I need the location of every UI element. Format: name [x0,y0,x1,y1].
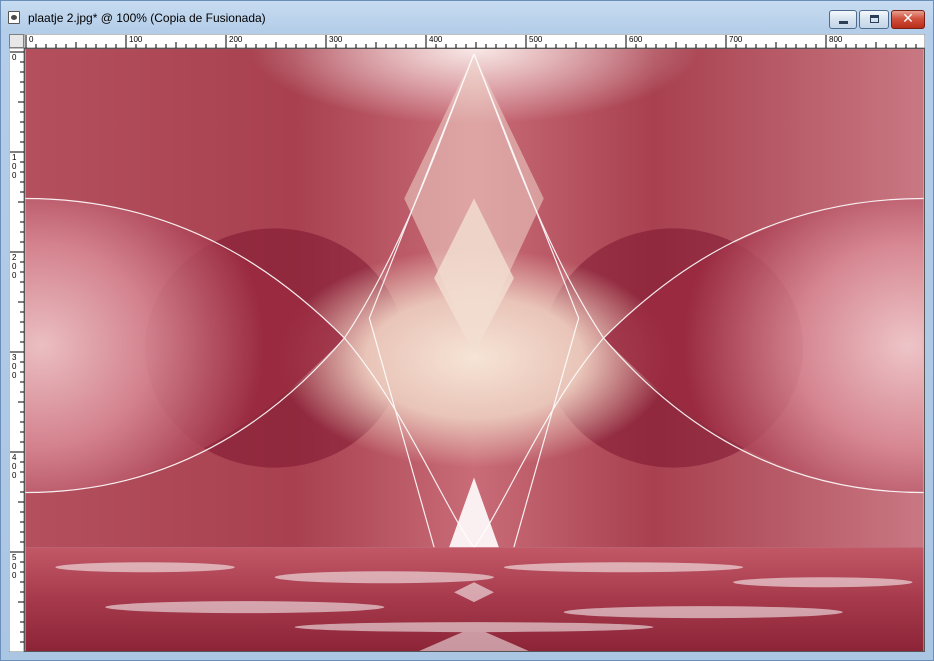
ruler-label: 1 [12,153,17,162]
image-document-window: plaatje 2.jpg* @ 100% (Copia de Fusionad… [0,0,934,661]
maximize-icon [870,15,879,23]
ruler-label: 0 [12,462,17,471]
ruler-label: 300 [329,35,343,44]
ruler-label: 600 [629,35,643,44]
ruler-label: 2 [12,253,17,262]
ruler-label: 700 [729,35,743,44]
ruler-label: 0 [12,171,17,180]
ruler-label: 0 [12,262,17,271]
ruler-label: 0 [12,53,17,62]
ruler-label: 0 [12,362,17,371]
title-bar[interactable]: plaatje 2.jpg* @ 100% (Copia de Fusionad… [1,1,933,31]
minimize-button[interactable] [829,10,857,29]
ruler-label: 0 [12,271,17,280]
ruler-label: 0 [12,471,17,480]
ruler-label: 800 [829,35,843,44]
ruler-label: 0 [12,571,17,580]
image-canvas[interactable] [24,48,925,652]
ruler-label: 3 [12,353,17,362]
ruler-label: 500 [529,35,543,44]
ruler-label: 0 [29,35,34,44]
document-icon[interactable] [8,11,20,24]
close-icon: ✕ [902,11,914,27]
ruler-label: 400 [429,35,443,44]
maximize-button[interactable] [859,10,889,29]
ruler-label: 0 [12,562,17,571]
ruler-label: 0 [12,371,17,380]
minimize-icon [839,21,848,24]
ruler-label: 100 [129,35,143,44]
horizontal-ruler[interactable]: 0 100 200 300 400 500 600 700 800 [24,34,925,48]
close-button[interactable]: ✕ [891,10,925,29]
ruler-label: 5 [12,553,17,562]
window-title: plaatje 2.jpg* @ 100% (Copia de Fusionad… [28,11,266,25]
ruler-label: 4 [12,453,17,462]
vertical-ruler[interactable]: 0100200300400500 [9,48,24,652]
ruler-label: 200 [229,35,243,44]
ruler-label: 0 [12,162,17,171]
ruler-corner[interactable] [9,34,24,48]
